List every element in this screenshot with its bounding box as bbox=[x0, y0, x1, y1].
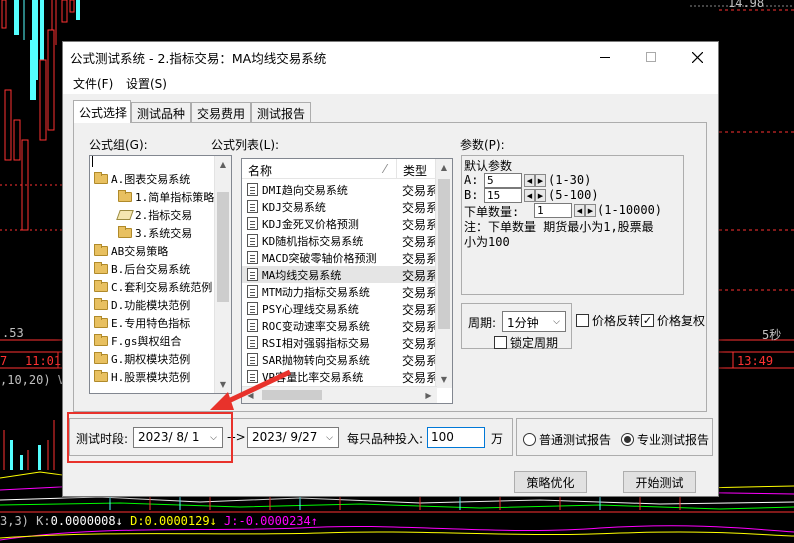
annotation-arrow bbox=[210, 369, 292, 410]
arrow-head-icon bbox=[210, 392, 234, 410]
tab-formula-select[interactable]: 公式选择 bbox=[73, 100, 131, 123]
